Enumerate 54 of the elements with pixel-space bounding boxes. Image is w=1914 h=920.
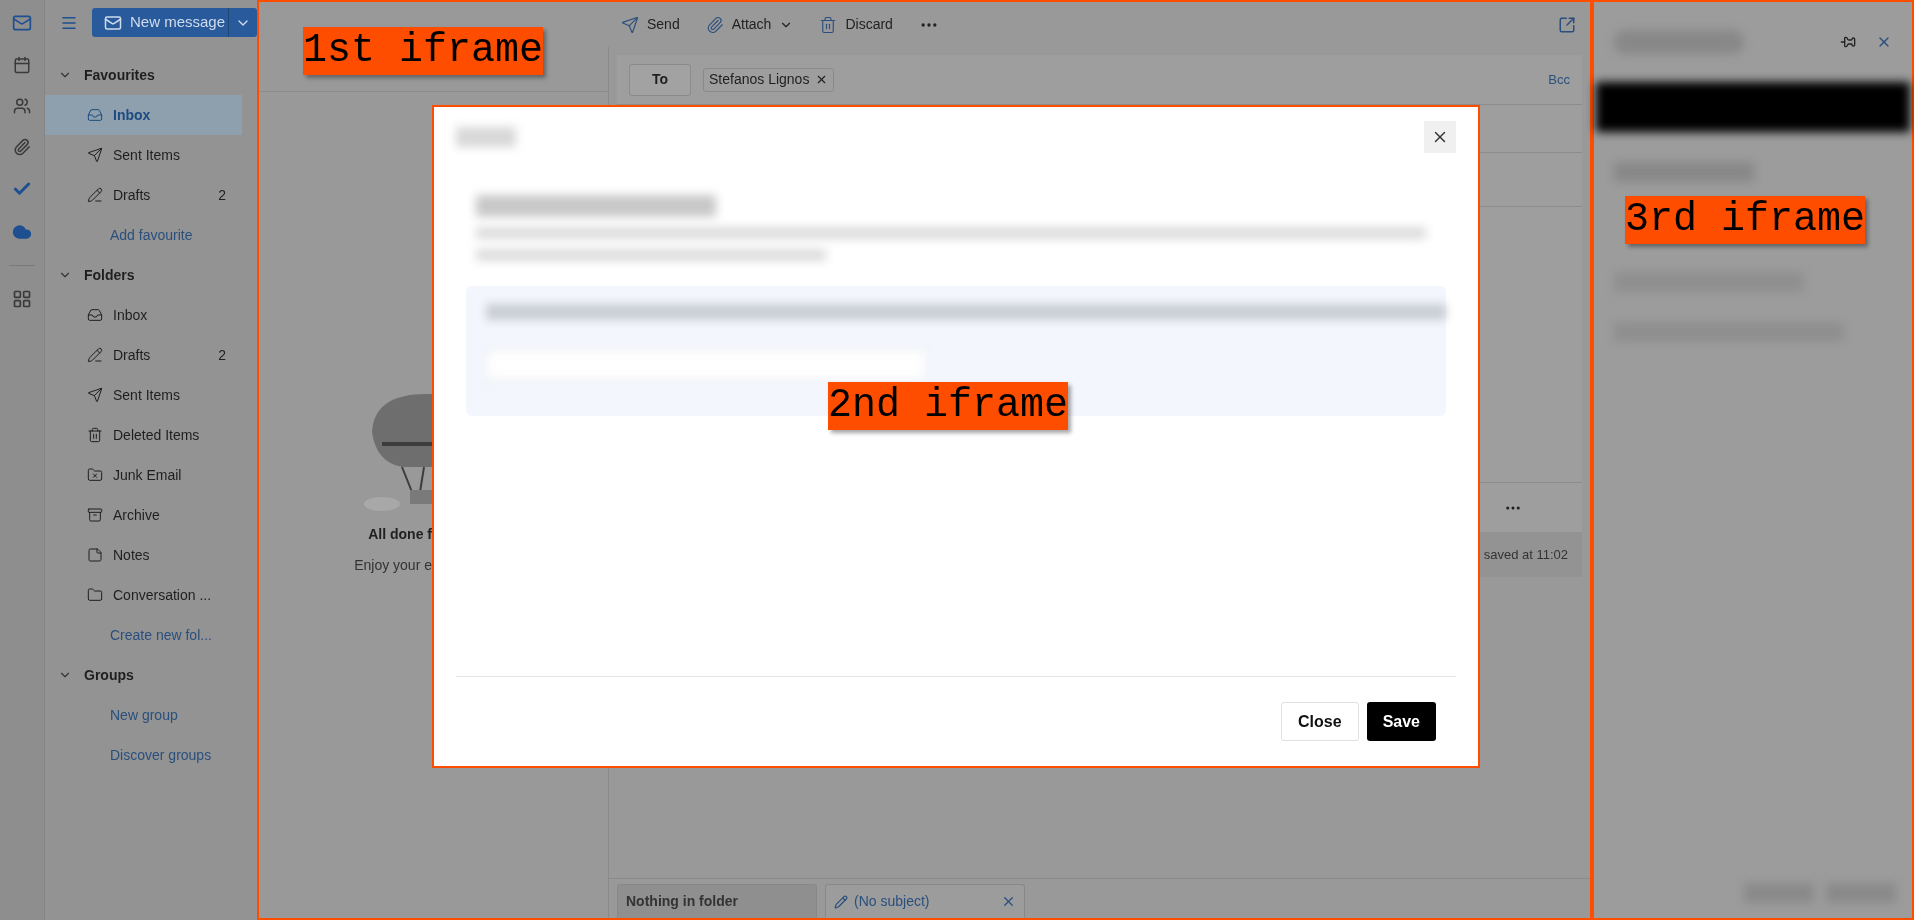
toolbar-button[interactable]: Discard (819, 14, 893, 35)
folder-item[interactable]: Drafts 2 (45, 175, 242, 215)
empty-state-text: Enjoy your e (354, 556, 432, 575)
bottom-tab[interactable]: (No subject) (825, 884, 1025, 918)
mail-icon[interactable] (12, 13, 32, 33)
draft-status: saved at 11:02 (1483, 545, 1568, 564)
folder-item[interactable]: Junk Email (45, 455, 242, 495)
folder-item[interactable]: Inbox (45, 95, 242, 135)
toolbar-icon (621, 15, 639, 34)
annotation-label: 3rd iframe (1625, 196, 1866, 244)
folder-item[interactable]: Notes (45, 535, 242, 575)
toolbar-button[interactable]: Send (621, 14, 680, 35)
apps-icon[interactable] (12, 289, 32, 309)
folder-item[interactable]: Deleted Items (45, 415, 242, 455)
folder-item[interactable]: Drafts 2 (45, 335, 242, 375)
section-header[interactable]: Groups (84, 664, 134, 686)
annotation-label: 2nd iframe (828, 382, 1069, 430)
to-button[interactable]: To (629, 63, 691, 96)
new-message-label: New message (130, 12, 226, 33)
pin-icon[interactable] (1840, 34, 1856, 50)
sidebar-link[interactable]: Create new fol... (110, 624, 212, 646)
count-label: 2 (218, 345, 226, 365)
sidebar-link[interactable]: Add favourite (110, 224, 193, 246)
folder-item[interactable]: Sent Items (45, 375, 242, 415)
pencil-icon (834, 894, 848, 909)
cloud-icon[interactable] (12, 222, 32, 242)
close-button[interactable] (1424, 121, 1456, 153)
bcc-link[interactable]: Bcc (1548, 69, 1570, 90)
calendar-icon[interactable] (13, 56, 31, 74)
section-header[interactable]: Favourites (84, 64, 155, 86)
save-button[interactable]: Save (1366, 702, 1436, 741)
toolbar-icon (819, 15, 838, 34)
mail-icon (104, 13, 122, 32)
cancel-button[interactable]: Close (1281, 702, 1359, 741)
people-icon[interactable] (13, 97, 31, 115)
folder-item[interactable]: Sent Items (45, 135, 242, 175)
bottom-tab[interactable]: Nothing in folder (617, 884, 817, 918)
folder-item[interactable]: Inbox (45, 295, 242, 335)
pop-out-icon[interactable] (1558, 15, 1576, 34)
sidebar-link[interactable]: Discover groups (110, 744, 212, 766)
empty-state-title: All done f (368, 525, 432, 544)
recipient-chip[interactable]: Stefanos Lignos (703, 67, 835, 92)
count-label: 2 (218, 185, 226, 205)
blurred-content (456, 127, 516, 147)
folder-item[interactable]: Archive (45, 495, 242, 535)
annotation-label: 1st iframe (303, 27, 544, 75)
sidebar-link[interactable]: New group (110, 704, 178, 726)
close-icon[interactable] (1001, 894, 1016, 909)
folder-item[interactable]: Conversation ... (45, 575, 242, 615)
new-message-button[interactable]: New message (92, 8, 257, 37)
toolbar-icon (705, 15, 724, 34)
toolbar-button[interactable]: Attach (705, 14, 794, 35)
section-header[interactable]: Folders (84, 264, 135, 286)
paperclip-icon[interactable] (13, 138, 31, 156)
